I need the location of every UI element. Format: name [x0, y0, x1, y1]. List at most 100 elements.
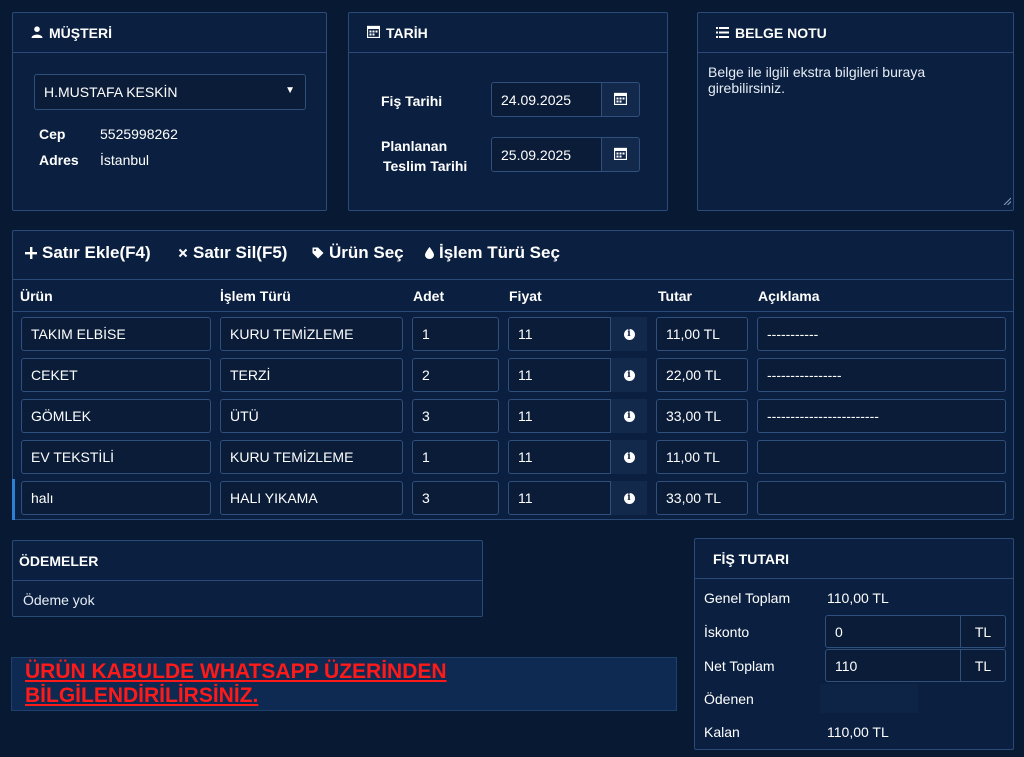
planned-date-label-line1: Planlanan	[381, 138, 448, 154]
customer-select-value: H.MUSTAFA KESKİN	[44, 84, 178, 100]
cell-price[interactable]: 11	[508, 317, 611, 351]
net-total-input[interactable]: 110	[825, 649, 961, 682]
net-total-label: Net Toplam	[704, 658, 775, 674]
paid-value	[820, 684, 918, 713]
note-placeholder: Belge ile ilgili ekstra bilgileri buraya…	[708, 64, 926, 96]
price-info-button[interactable]: i	[611, 481, 647, 515]
cell-process[interactable]: HALI YIKAMA	[220, 481, 403, 515]
date-panel-header: TARİH	[349, 13, 667, 53]
cell-process[interactable]: KURU TEMİZLEME	[220, 440, 403, 474]
calendar-icon	[613, 92, 628, 108]
whatsapp-warning-banner: ÜRÜN KABULDE WHATSAPP ÜZERİNDEN BİLGİLEN…	[11, 657, 677, 711]
address-value: İstanbul	[100, 152, 150, 168]
cell-process[interactable]: TERZİ	[220, 358, 403, 392]
price-info-button[interactable]: i	[611, 358, 647, 392]
select-product-label: Ürün Seç	[329, 243, 404, 262]
gross-total-value: 110,00 TL	[827, 590, 889, 606]
summary-panel-header: FİŞ TUTARI	[695, 539, 1013, 579]
cell-qty[interactable]: 1	[412, 440, 499, 474]
payments-panel-header: ÖDEMELER	[13, 541, 482, 581]
cell-qty[interactable]: 3	[412, 481, 499, 515]
select-process-button[interactable]: İşlem Türü Seç	[425, 243, 560, 263]
customer-panel-title: MÜŞTERİ	[49, 24, 112, 41]
net-total-unit-label: TL	[974, 657, 992, 674]
price-info-button[interactable]: i	[611, 440, 647, 474]
header-description: Açıklama	[758, 288, 820, 304]
planned-date-input[interactable]: 25.09.2025	[491, 137, 602, 172]
cell-total: 11,00 TL	[656, 317, 748, 351]
cell-description[interactable]	[757, 481, 1006, 515]
cell-process[interactable]: KURU TEMİZLEME	[220, 317, 403, 351]
payments-empty-text: Ödeme yok	[23, 592, 95, 608]
header-total: Tutar	[658, 288, 692, 304]
whatsapp-warning-text: ÜRÜN KABULDE WHATSAPP ÜZERİNDEN BİLGİLEN…	[25, 660, 447, 707]
close-icon	[178, 248, 188, 258]
active-row-indicator	[12, 479, 15, 520]
payments-panel-title: ÖDEMELER	[19, 552, 99, 569]
remaining-value: 110,00 TL	[827, 724, 889, 740]
calendar-icon	[613, 147, 628, 163]
payments-panel: ÖDEMELER Ödeme yok	[12, 540, 483, 617]
cell-qty[interactable]: 2	[412, 358, 499, 392]
price-info-button[interactable]: i	[611, 317, 647, 351]
cell-description[interactable]: -----------	[757, 317, 1006, 351]
tag-icon	[312, 247, 324, 259]
note-textarea[interactable]: Belge ile ilgili ekstra bilgileri buraya…	[698, 54, 1013, 210]
cell-description[interactable]	[757, 440, 1006, 474]
info-icon: i	[623, 369, 635, 381]
planned-date-value: 25.09.2025	[501, 146, 572, 163]
delete-row-label: Satır Sil(F5)	[193, 243, 288, 262]
receipt-date-label: Fiş Tarihi	[381, 93, 443, 109]
customer-select[interactable]: H.MUSTAFA KESKİN ▼	[34, 74, 306, 110]
receipt-date-picker-button[interactable]	[601, 82, 640, 117]
date-panel-title: TARİH	[386, 24, 428, 41]
cell-process[interactable]: ÜTÜ	[220, 399, 403, 433]
user-icon	[31, 25, 49, 41]
info-icon: i	[623, 410, 635, 422]
cell-description[interactable]: ----------------	[757, 358, 1006, 392]
date-panel: TARİH Fiş Tarihi 24.09.2025 Planlanan Te…	[348, 12, 668, 211]
caret-down-icon: ▼	[285, 85, 295, 96]
header-process: İşlem Türü	[220, 288, 291, 304]
info-icon: i	[623, 492, 635, 504]
discount-label: İskonto	[704, 624, 750, 640]
cell-price[interactable]: 11	[508, 399, 611, 433]
cell-qty[interactable]: 1	[412, 317, 499, 351]
select-process-label: İşlem Türü Seç	[439, 243, 560, 262]
note-panel: BELGE NOTU Belge ile ilgili ekstra bilgi…	[697, 12, 1014, 211]
cell-price[interactable]: 11	[508, 440, 611, 474]
discount-unit: TL	[960, 615, 1006, 648]
cell-product[interactable]: GÖMLEK	[21, 399, 211, 433]
table-divider	[12, 279, 1014, 280]
address-label: Adres	[39, 152, 79, 168]
planned-date-picker-button[interactable]	[601, 137, 640, 172]
cell-qty[interactable]: 3	[412, 399, 499, 433]
drop-icon	[425, 247, 434, 259]
add-row-label: Satır Ekle(F4)	[42, 243, 151, 262]
discount-input[interactable]: 0	[825, 615, 961, 648]
price-info-button[interactable]: i	[611, 399, 647, 433]
info-icon: i	[623, 451, 635, 463]
cell-description[interactable]: ------------------------	[757, 399, 1006, 433]
planned-date-label-line2: Teslim Tarihi	[383, 158, 468, 174]
list-icon	[716, 25, 735, 41]
header-product: Ürün	[20, 288, 53, 304]
cell-price[interactable]: 11	[508, 358, 611, 392]
gross-total-label: Genel Toplam	[704, 590, 791, 606]
resize-handle-icon[interactable]	[1003, 192, 1012, 208]
cell-product[interactable]: CEKET	[21, 358, 211, 392]
cell-total: 22,00 TL	[656, 358, 748, 392]
cell-price[interactable]: 11	[508, 481, 611, 515]
receipt-date-input[interactable]: 24.09.2025	[491, 82, 602, 117]
receipt-date-value: 24.09.2025	[501, 91, 572, 108]
select-product-button[interactable]: Ürün Seç	[312, 243, 404, 263]
summary-panel-title: FİŞ TUTARI	[713, 550, 789, 567]
cell-total: 33,00 TL	[656, 481, 748, 515]
remaining-label: Kalan	[704, 724, 740, 740]
header-qty: Adet	[413, 288, 445, 304]
delete-row-button[interactable]: Satır Sil(F5)	[178, 243, 287, 263]
add-row-button[interactable]: Satır Ekle(F4)	[25, 243, 151, 263]
cell-product[interactable]: EV TEKSTİLİ	[21, 440, 211, 474]
cell-product[interactable]: TAKIM ELBİSE	[21, 317, 211, 351]
cell-product[interactable]: halı	[21, 481, 211, 515]
